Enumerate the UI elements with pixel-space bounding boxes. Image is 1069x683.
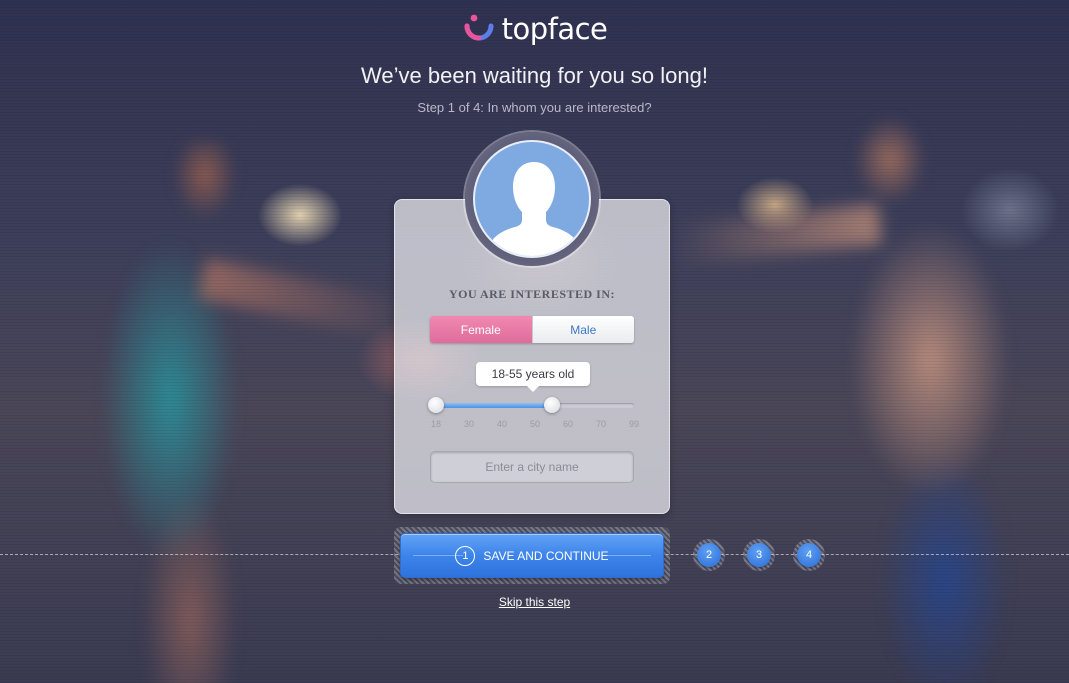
avatar[interactable] (473, 140, 591, 258)
step-3-label: 3 (747, 543, 771, 567)
logo[interactable]: topface (0, 12, 1069, 46)
age-max-handle[interactable] (543, 397, 560, 413)
step-2-label: 2 (697, 543, 721, 567)
female-option-button[interactable]: Female (430, 316, 532, 343)
step-subtitle: Step 1 of 4: In whom you are interested? (417, 100, 652, 115)
save-and-continue-button[interactable]: 1 SAVE AND CONTINUE (400, 533, 664, 578)
age-tick-label: 18 (430, 419, 442, 429)
logo-text: topface (501, 12, 608, 46)
step-4-button[interactable]: 4 (793, 539, 825, 571)
button-decor-line (601, 555, 651, 556)
age-tick-label: 30 (463, 419, 475, 429)
page-title: We’ve been waiting for you so long! (361, 63, 708, 88)
step-4-label: 4 (797, 543, 821, 567)
button-decor-line (413, 555, 463, 556)
skip-step-label: Skip this step (498, 595, 571, 609)
age-range-fill (436, 403, 552, 408)
age-tick-label: 60 (562, 419, 574, 429)
skip-step-link[interactable]: Skip this step (0, 595, 1069, 609)
age-tick-label: 40 (496, 419, 508, 429)
age-tick-label: 50 (529, 419, 541, 429)
city-input[interactable] (430, 451, 634, 483)
topface-smile-icon (464, 14, 494, 41)
age-min-handle[interactable] (428, 397, 444, 413)
user-silhouette-icon (489, 162, 579, 256)
age-range-slider[interactable] (428, 397, 634, 413)
step-2-button[interactable]: 2 (693, 539, 725, 571)
interest-heading: YOU ARE INTERESTED IN: (448, 287, 616, 301)
age-tick-label: 70 (595, 419, 607, 429)
step-3-button[interactable]: 3 (743, 539, 775, 571)
save-button-label: SAVE AND CONTINUE (483, 548, 609, 563)
age-range-tooltip: 18-55 years old (476, 362, 590, 392)
age-tick-label: 99 (628, 419, 640, 429)
gender-toggle: Female Male (430, 316, 634, 343)
male-option-button[interactable]: Male (531, 316, 634, 343)
age-tick-labels: 18 30 40 50 60 70 99 (427, 419, 640, 431)
